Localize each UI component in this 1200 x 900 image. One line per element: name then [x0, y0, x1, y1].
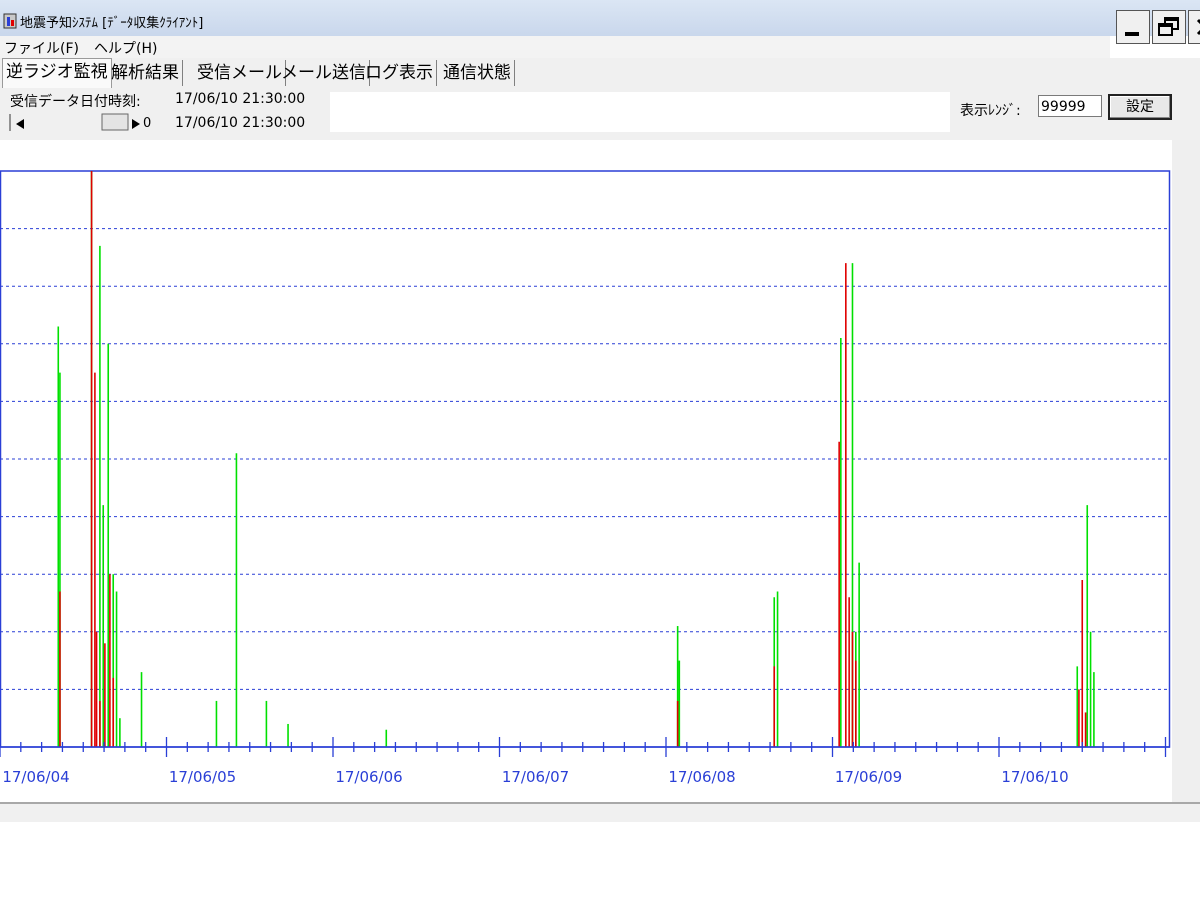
scroll-position-value: 0 [143, 116, 152, 131]
minimize-button[interactable] [1116, 10, 1150, 44]
display-range-label: 表示ﾚﾝｼﾞ: [960, 103, 1021, 119]
time-scrollbar[interactable] [8, 112, 138, 132]
close-icon [1196, 18, 1200, 36]
scrollbar-track [9, 113, 129, 131]
tab-reverse-radio-monitor[interactable]: 逆ラジオ監視 [2, 58, 112, 88]
scroll-right-arrow-icon[interactable] [130, 118, 142, 130]
tab-analysis-results[interactable]: 解析結果 [108, 60, 183, 86]
window-title: 地震予知ｼｽﾃﾑ [ﾃﾞｰﾀ収集ｸﾗｲｱﾝﾄ] [20, 16, 204, 31]
title-bar: 地震予知ｼｽﾃﾑ [ﾃﾞｰﾀ収集ｸﾗｲｱﾝﾄ] [0, 0, 1200, 44]
current-datetime-value: 17/06/10 21:30:00 [175, 115, 306, 131]
received-datetime-value: 17/06/10 21:30:00 [175, 91, 306, 107]
set-button[interactable]: 設定 [1108, 94, 1172, 120]
x-tick-label: 17/06/08 [668, 768, 735, 786]
menu-help[interactable]: ヘルプ(H) [94, 38, 157, 58]
x-tick-label: 17/06/09 [835, 768, 902, 786]
x-tick-label: 17/06/05 [169, 768, 236, 786]
menu-file[interactable]: ファイル(F) [4, 38, 79, 58]
intensity-chart: 17/06/04 17/06/05 17/06/06 17/06/07 17/06/08… [0, 170, 1171, 786]
tab-bar: 逆ラジオ監視 解析結果 受信メール メール送信 ログ表示 通信状態 [0, 58, 1200, 88]
tab-send-mail[interactable]: メール送信 [278, 60, 370, 86]
received-datetime-label: 受信データ日付時刻: [10, 94, 141, 110]
minimize-icon [1125, 32, 1139, 36]
close-button[interactable] [1188, 10, 1200, 44]
tab-communication-status[interactable]: 通信状態 [440, 60, 515, 86]
x-tick-label: 17/06/04 [2, 768, 69, 786]
restore-button[interactable] [1152, 10, 1186, 44]
chart-area: 17/06/04 17/06/05 17/06/06 17/06/07 17/06/08… [0, 140, 1172, 802]
x-tick-label: 17/06/10 [1001, 768, 1068, 786]
status-display-area [330, 92, 950, 132]
scroll-left-arrow-icon[interactable] [14, 118, 26, 130]
menu-bar: ファイル(F) ヘルプ(H) [0, 36, 1110, 58]
right-panel [1172, 140, 1200, 802]
x-tick-label: 17/06/06 [335, 768, 402, 786]
tab-log-view[interactable]: ログ表示 [362, 60, 437, 86]
control-row: 受信データ日付時刻: 17/06/10 21:30:00 0 17/06/10 … [0, 88, 1200, 140]
x-tick-label: 17/06/07 [502, 768, 569, 786]
display-range-input[interactable]: 99999 [1038, 95, 1102, 117]
tab-received-mail[interactable]: 受信メール [194, 60, 286, 86]
restore-icon [1158, 17, 1179, 36]
app-icon [3, 13, 17, 29]
status-bar [0, 802, 1200, 822]
